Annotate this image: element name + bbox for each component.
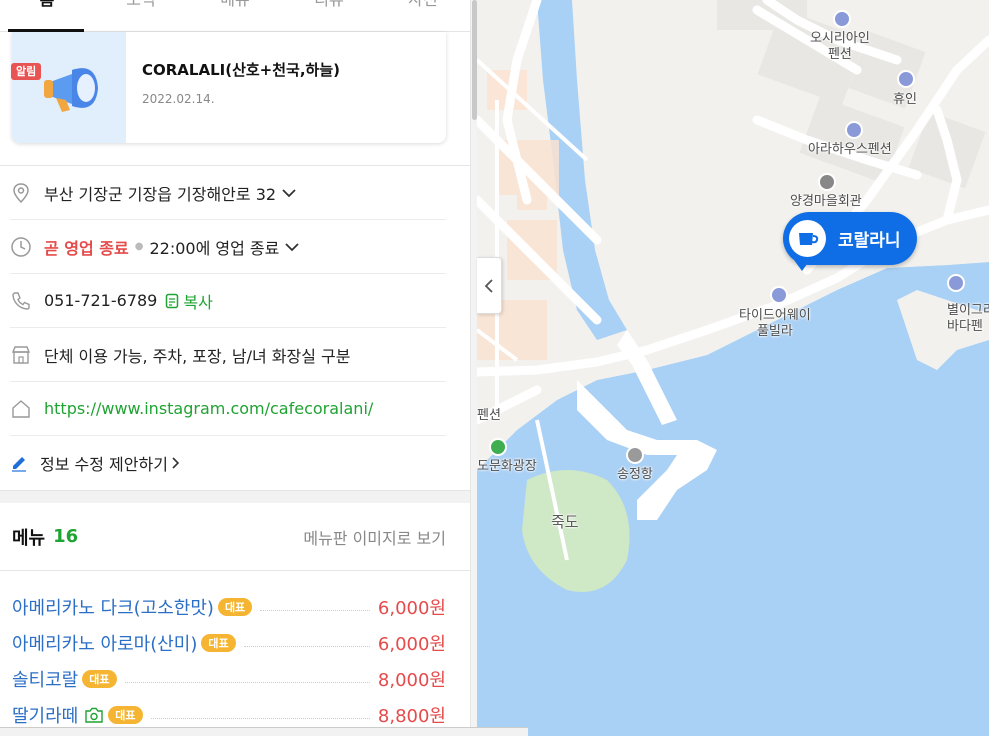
panel-scrollbar[interactable] [470, 0, 477, 736]
pension-icon[interactable] [845, 121, 863, 139]
business-hours: 22:00에 영업 종료 [149, 238, 280, 258]
pension-icon[interactable] [897, 70, 915, 88]
pension-icon[interactable] [947, 274, 965, 292]
business-status: 곧 영업 종료 [44, 238, 129, 258]
menu-item-name: 아메리카노 아로마(산미) [12, 634, 198, 655]
harbor-icon[interactable] [626, 446, 644, 464]
tab-home[interactable]: 홈 [0, 0, 94, 31]
pencil-icon [12, 457, 26, 472]
menu-item-name: 솔티코랄 [12, 670, 79, 691]
map-label[interactable]: 아라하우스펜션 [808, 142, 892, 158]
menu-count: 16 [53, 526, 79, 547]
map-label[interactable]: 별이그리 바다펜 [947, 303, 989, 335]
map-label[interactable]: 양경마을회관 [790, 194, 862, 210]
phone-row: 051-721-6789 복사 [10, 274, 446, 328]
cafe-cup-icon [789, 220, 826, 257]
camera-icon [85, 707, 103, 723]
menu-item[interactable]: 아메리카노 다크(고소한맛) 대표 6,000원 [12, 589, 446, 625]
map-label[interactable]: 펜션 [477, 408, 501, 424]
chevron-right-icon [172, 457, 180, 469]
menu-item[interactable]: 아메리카노 아로마(산미) 대표 6,000원 [12, 625, 446, 661]
leader-dots [260, 609, 370, 611]
leader-dots [124, 681, 370, 683]
phone-icon [12, 291, 30, 310]
notice-title: CORALALI(산호+천국,하늘) [142, 61, 341, 79]
chevron-down-icon[interactable] [285, 242, 300, 252]
panel-collapse-button[interactable] [477, 257, 502, 314]
menu-item[interactable]: 솔티코랄 대표 8,000원 [12, 661, 446, 697]
place-marker-label: 코랄라니 [838, 231, 901, 251]
map-label[interactable]: 오시리아인 펜션 [810, 31, 870, 63]
pension-icon[interactable] [770, 286, 788, 304]
amenities-text: 단체 이용 가능, 주차, 포장, 남/녀 화장실 구분 [44, 346, 351, 366]
map-label[interactable]: 휴인 [893, 92, 917, 108]
website-link[interactable]: https://www.instagram.com/cafecoralani/ [44, 399, 373, 418]
suggest-edit-row[interactable]: 정보 수정 제안하기 [10, 436, 446, 490]
hours-row[interactable]: 곧 영업 종료 ● 22:00에 영업 종료 [10, 220, 446, 274]
menu-item-name: 딸기라떼 [12, 706, 79, 727]
place-detail-panel: 홈 소식 메뉴 리뷰 사진 CORALALI(산호+천국,하늘) [0, 0, 470, 736]
megaphone-icon [44, 68, 98, 112]
menu-title: 메뉴 [12, 527, 46, 549]
phone-number[interactable]: 051-721-6789 [44, 291, 157, 310]
representative-badge: 대표 [108, 706, 143, 724]
amenities-row: 단체 이용 가능, 주차, 포장, 남/녀 화장실 구분 [10, 328, 446, 382]
menu-header: 메뉴 16 메뉴판 이미지로 보기 [0, 503, 470, 571]
tab-photos[interactable]: 사진 [376, 0, 470, 31]
notice-text: CORALALI(산호+천국,하늘) 2022.02.14. [126, 32, 340, 143]
section-divider [0, 490, 470, 503]
notice-thumbnail [12, 32, 126, 143]
separator-dot: ● [134, 241, 144, 252]
park-icon[interactable] [489, 438, 507, 456]
tab-reviews[interactable]: 리뷰 [282, 0, 376, 31]
notice-section: CORALALI(산호+천국,하늘) 2022.02.14. 알림 [0, 32, 470, 165]
horizontal-scrollbar[interactable] [0, 727, 528, 736]
town-hall-icon[interactable] [818, 173, 836, 191]
tab-menu[interactable]: 메뉴 [188, 0, 282, 31]
menu-item-name: 아메리카노 다크(고소한맛) [12, 598, 214, 619]
address-row[interactable]: 부산 기장군 기장읍 기장해안로 32 [10, 166, 446, 220]
notice-badge: 알림 [11, 63, 42, 80]
leader-dots [243, 645, 370, 647]
home-icon [12, 399, 30, 418]
menu-item-price: 8,800원 [377, 706, 446, 727]
menu-item-price: 6,000원 [377, 598, 446, 619]
menu-item-price: 8,000원 [377, 670, 446, 691]
place-tabs: 홈 소식 메뉴 리뷰 사진 [0, 0, 470, 32]
map-canvas [477, 0, 989, 736]
place-info-list: 부산 기장군 기장읍 기장해안로 32 곧 영업 종료 ● 22:00에 영업 … [0, 166, 470, 490]
chevron-down-icon[interactable] [282, 188, 296, 198]
copy-icon[interactable] [165, 293, 179, 309]
representative-badge: 대표 [201, 634, 236, 652]
representative-badge: 대표 [217, 598, 253, 616]
notice-card[interactable]: CORALALI(산호+천국,하늘) 2022.02.14. [12, 32, 446, 143]
menu-board-link[interactable]: 메뉴판 이미지로 보기 [303, 525, 446, 549]
map-label[interactable]: 타이드어웨이 풀빌라 [739, 308, 811, 340]
map-label[interactable]: 죽도 [551, 514, 579, 530]
map-view[interactable]: 오시리아인 펜션 휴인 아라하우스펜션 양경마을회관 타이드어웨이 풀빌라 별이… [477, 0, 989, 736]
selected-place-marker[interactable]: 코랄라니 [783, 212, 917, 271]
map-label[interactable]: 송정항 [617, 467, 653, 483]
copy-button[interactable]: 복사 [183, 289, 212, 313]
pension-icon[interactable] [833, 10, 851, 28]
clock-icon [11, 236, 31, 257]
store-icon [11, 345, 31, 364]
chevron-left-icon [484, 278, 493, 293]
location-pin-icon [13, 182, 29, 203]
representative-badge: 대표 [82, 670, 117, 688]
menu-item-price: 6,000원 [377, 634, 446, 655]
tab-news[interactable]: 소식 [94, 0, 188, 31]
marker-tail [794, 260, 810, 271]
leader-dots [150, 717, 370, 719]
map-label[interactable]: 도문화광장 [477, 459, 537, 475]
suggest-edit-label: 정보 수정 제안하기 [40, 455, 168, 474]
website-row: https://www.instagram.com/cafecoralani/ [10, 382, 446, 436]
menu-list: 아메리카노 다크(고소한맛) 대표 6,000원 아메리카노 아로마(산미) 대… [0, 571, 470, 733]
address-text: 부산 기장군 기장읍 기장해안로 32 [44, 184, 277, 204]
notice-date: 2022.02.14. [142, 92, 215, 106]
